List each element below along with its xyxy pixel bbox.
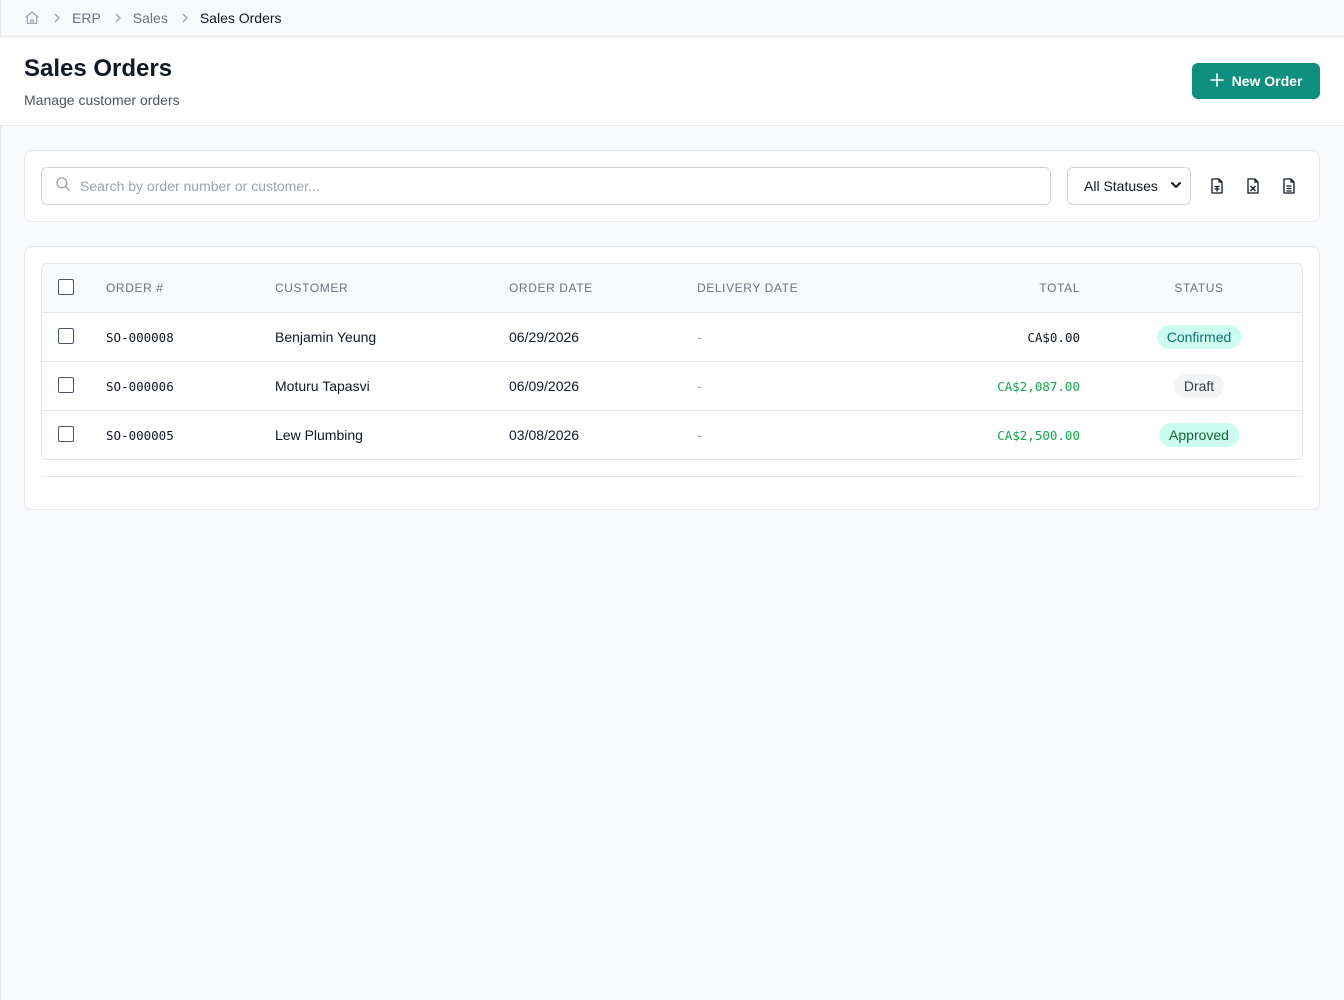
order-number[interactable]: SO-000005	[106, 411, 174, 459]
status-filter-value: All Statuses	[1084, 178, 1158, 194]
orders-table-card: ORDER # CUSTOMER ORDER DATE DELIVERY DAT…	[24, 246, 1320, 510]
breadcrumb-item-sales-orders: Sales Orders	[199, 10, 282, 26]
row-checkbox[interactable]	[58, 377, 74, 393]
page-title: Sales Orders	[24, 55, 173, 82]
status-cell: Draft	[1104, 362, 1294, 410]
status-badge: Confirmed	[1156, 325, 1242, 349]
order-total: CA$2,500.00	[997, 427, 1080, 443]
order-number[interactable]: SO-000006	[106, 362, 174, 410]
table-row[interactable]: SO-000006 Moturu Tapasvi 06/09/2026 - CA…	[42, 362, 1302, 411]
file-pdf-icon[interactable]	[1279, 175, 1299, 197]
new-order-button[interactable]: New Order	[1192, 63, 1320, 99]
delivery-date: -	[697, 378, 702, 394]
orders-table: ORDER # CUSTOMER ORDER DATE DELIVERY DAT…	[41, 263, 1303, 460]
delivery-date: -	[697, 329, 702, 345]
status-cell: Approved	[1104, 411, 1294, 459]
breadcrumb: ERP Sales Sales Orders	[24, 10, 282, 26]
order-number[interactable]: SO-000008	[106, 313, 174, 361]
delivery-date: -	[697, 427, 702, 443]
left-border	[0, 0, 1, 1000]
search-box[interactable]	[41, 167, 1051, 205]
search-icon	[54, 175, 72, 198]
column-header-customer[interactable]: CUSTOMER	[275, 264, 348, 312]
status-badge: Approved	[1159, 423, 1239, 447]
filter-card: All Statuses	[24, 150, 1320, 222]
select-all-checkbox[interactable]	[58, 279, 74, 295]
table-row[interactable]: SO-000008 Benjamin Yeung 06/29/2026 - CA…	[42, 313, 1302, 362]
status-filter-select[interactable]: All Statuses	[1067, 167, 1191, 205]
order-date: 06/29/2026	[509, 329, 580, 345]
table-footer-divider	[41, 476, 1303, 477]
breadcrumb-item-erp[interactable]: ERP	[72, 10, 101, 26]
order-total: CA$0.00	[1027, 329, 1080, 345]
plus-icon	[1209, 72, 1224, 90]
chevron-right-icon	[180, 12, 190, 24]
status-badge: Draft	[1173, 374, 1225, 398]
column-header-delivery-date[interactable]: DELIVERY DATE	[697, 264, 798, 312]
row-checkbox[interactable]	[58, 328, 74, 344]
file-csv-icon[interactable]	[1207, 175, 1227, 197]
status-cell: Confirmed	[1104, 313, 1294, 361]
column-header-status[interactable]: STATUS	[1104, 264, 1294, 312]
column-header-order-date[interactable]: ORDER DATE	[509, 264, 593, 312]
customer-name: Lew Plumbing	[275, 427, 363, 443]
row-checkbox[interactable]	[58, 426, 74, 442]
order-date: 03/08/2026	[509, 427, 580, 443]
breadcrumb-bar: ERP Sales Sales Orders	[0, 0, 1344, 37]
order-date: 06/09/2026	[509, 378, 580, 394]
column-header-order[interactable]: ORDER #	[106, 264, 164, 312]
chevron-down-icon	[1170, 178, 1182, 194]
order-total: CA$2,087.00	[997, 378, 1080, 394]
customer-name: Benjamin Yeung	[275, 329, 377, 345]
file-excel-icon[interactable]	[1243, 175, 1263, 197]
search-input[interactable]	[80, 168, 1050, 204]
chevron-right-icon	[113, 12, 123, 24]
page-header: Sales Orders Manage customer orders New …	[0, 37, 1344, 126]
home-icon[interactable]	[24, 10, 40, 26]
table-row[interactable]: SO-000005 Lew Plumbing 03/08/2026 - CA$2…	[42, 411, 1302, 459]
new-order-label: New Order	[1231, 73, 1303, 89]
customer-name: Moturu Tapasvi	[275, 378, 370, 394]
page-subtitle: Manage customer orders	[24, 92, 180, 108]
breadcrumb-item-sales[interactable]: Sales	[133, 10, 168, 26]
column-header-total[interactable]: TOTAL	[902, 264, 1080, 312]
chevron-right-icon	[52, 12, 62, 24]
table-header: ORDER # CUSTOMER ORDER DATE DELIVERY DAT…	[42, 264, 1302, 313]
